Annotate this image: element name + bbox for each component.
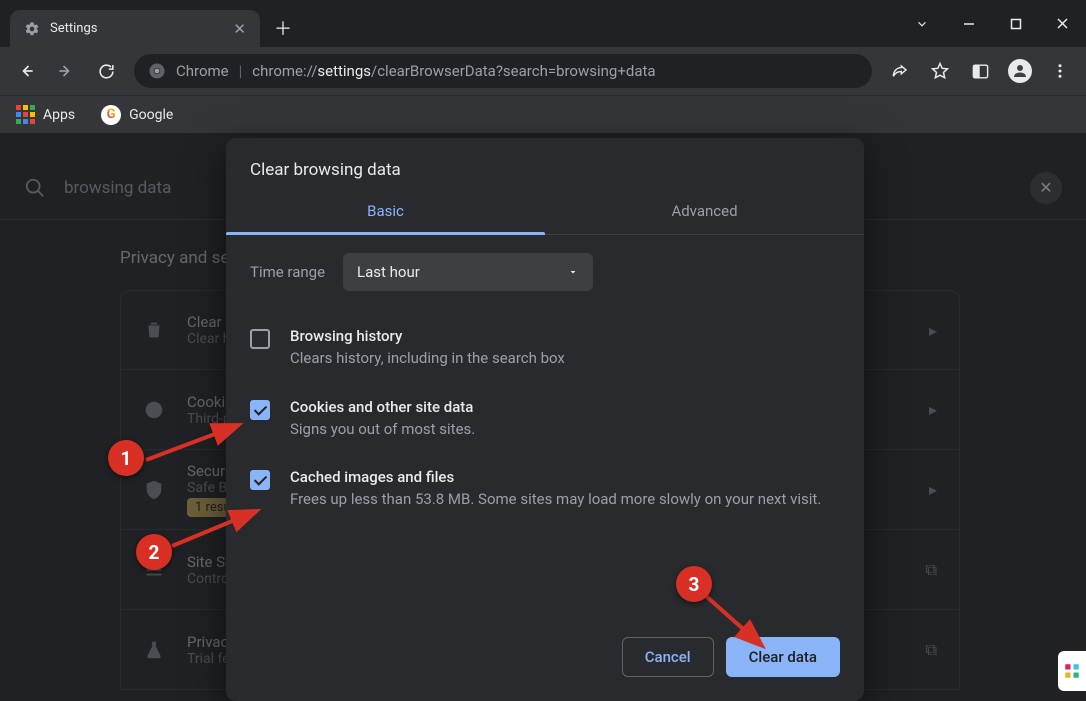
corner-widget[interactable]: [1058, 651, 1086, 691]
annotation-marker-3: 3: [676, 566, 712, 602]
checkbox-cookies[interactable]: [250, 400, 270, 420]
side-panel-icon[interactable]: [962, 53, 998, 89]
gear-icon: [24, 21, 40, 37]
bookmark-star-icon[interactable]: [922, 53, 958, 89]
close-window-button[interactable]: [1039, 0, 1086, 47]
url-text: chrome://settings/clearBrowserData?searc…: [252, 62, 655, 80]
dialog-actions: Cancel Clear data: [226, 619, 864, 701]
chevron-right-icon: ▸: [929, 400, 937, 419]
kebab-menu-icon[interactable]: [1042, 53, 1078, 89]
time-range-row: Time range Last hour: [226, 235, 864, 309]
shield-icon: [143, 479, 165, 501]
bookmarks-bar: Apps G Google: [0, 95, 1086, 133]
search-icon: [24, 177, 46, 199]
profile-avatar[interactable]: [1002, 53, 1038, 89]
dialog-tabs: Basic Advanced: [226, 188, 864, 235]
clear-options: Browsing historyClears history, includin…: [226, 309, 864, 619]
chevron-right-icon: ▸: [929, 321, 937, 340]
clear-search-button[interactable]: ✕: [1030, 172, 1062, 204]
cancel-button[interactable]: Cancel: [622, 637, 714, 677]
bookmark-apps-label: Apps: [43, 107, 75, 123]
open-in-new-icon: ⧉: [926, 640, 937, 660]
window-controls: [898, 0, 1086, 47]
back-button[interactable]: [8, 53, 44, 89]
option-browsing-history[interactable]: Browsing historyClears history, includin…: [250, 313, 840, 384]
tab-advanced[interactable]: Advanced: [545, 188, 864, 234]
close-tab-icon[interactable]: ✕: [233, 20, 246, 38]
minimize-button[interactable]: [945, 0, 992, 47]
widget-icon: [1063, 662, 1081, 680]
tab-title: Settings: [50, 21, 223, 36]
window-titlebar: Settings ✕ ＋: [0, 0, 1086, 47]
time-range-value: Last hour: [357, 263, 420, 281]
browser-toolbar: Chrome | chrome://settings/clearBrowserD…: [0, 47, 1086, 95]
share-icon[interactable]: [882, 53, 918, 89]
bookmark-google[interactable]: G Google: [95, 101, 179, 129]
option-cookies[interactable]: Cookies and other site dataSigns you out…: [250, 384, 840, 455]
apps-grid-icon: [16, 105, 35, 124]
maximize-button[interactable]: [992, 0, 1039, 47]
dialog-title: Clear browsing data: [226, 138, 864, 188]
address-bar[interactable]: Chrome | chrome://settings/clearBrowserD…: [134, 54, 872, 88]
annotation-marker-2: 2: [136, 534, 172, 570]
bookmark-apps[interactable]: Apps: [10, 101, 81, 128]
option-cached[interactable]: Cached images and filesFrees up less tha…: [250, 454, 840, 525]
tab-search-chevron-icon[interactable]: [898, 0, 945, 47]
forward-button[interactable]: [48, 53, 84, 89]
clear-browsing-data-dialog: Clear browsing data Basic Advanced Time …: [226, 138, 864, 701]
tab-basic[interactable]: Basic: [226, 188, 545, 234]
caret-down-icon: [567, 266, 579, 278]
time-range-label: Time range: [250, 263, 325, 281]
google-g-icon: G: [101, 105, 121, 125]
chrome-icon: [148, 62, 166, 80]
time-range-select[interactable]: Last hour: [343, 253, 593, 291]
chevron-right-icon: ▸: [929, 480, 937, 499]
url-divider: |: [239, 62, 243, 80]
bookmark-google-label: Google: [129, 107, 173, 123]
reload-button[interactable]: [88, 53, 124, 89]
flask-icon: [143, 639, 165, 661]
clear-data-button[interactable]: Clear data: [726, 637, 840, 677]
checkbox-cached[interactable]: [250, 470, 270, 490]
trash-icon: [143, 319, 165, 341]
url-scheme-label: Chrome: [176, 62, 229, 80]
new-tab-button[interactable]: ＋: [266, 11, 300, 45]
annotation-marker-1: 1: [108, 440, 144, 476]
browser-tab-active[interactable]: Settings ✕: [10, 10, 260, 47]
checkbox-browsing-history[interactable]: [250, 329, 270, 349]
cookie-icon: [143, 399, 165, 421]
open-in-new-icon: ⧉: [926, 560, 937, 580]
